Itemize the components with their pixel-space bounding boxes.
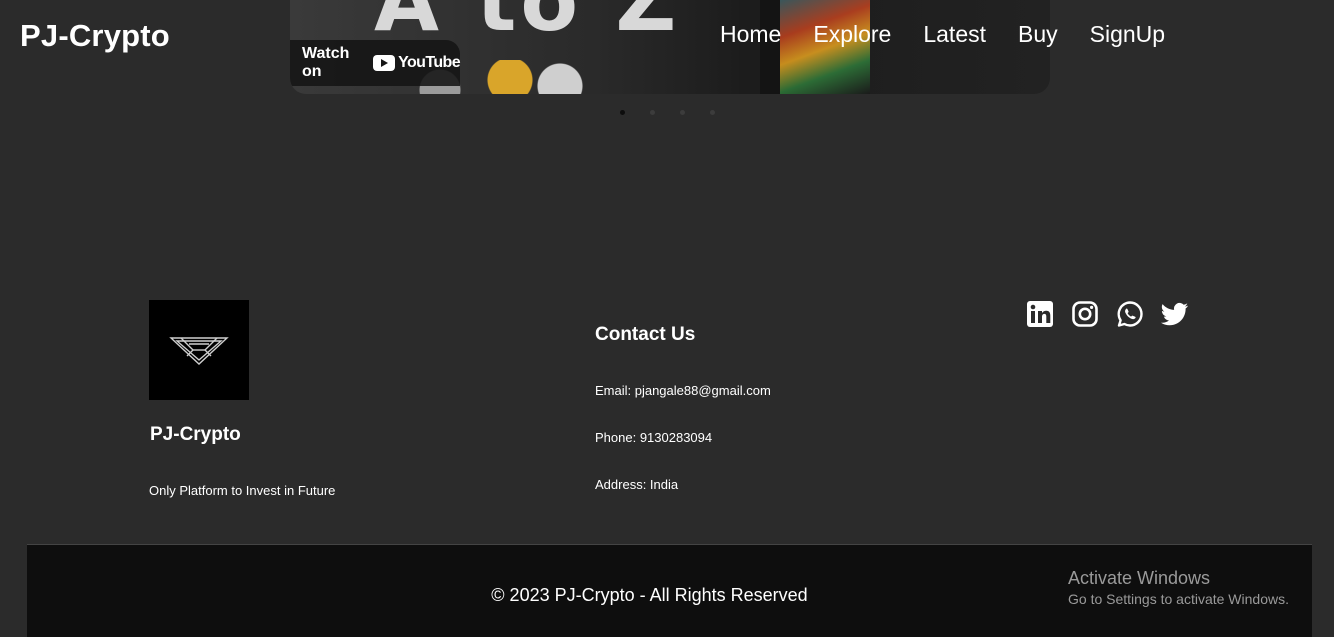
carousel-dot-1[interactable] bbox=[620, 110, 625, 115]
activate-windows-watermark: Activate Windows Go to Settings to activ… bbox=[1068, 568, 1289, 607]
carousel-dot-4[interactable] bbox=[710, 110, 715, 115]
footer-brand: PJ-Crypto bbox=[150, 424, 241, 445]
logo-mark-icon bbox=[169, 337, 229, 365]
nav-latest[interactable]: Latest bbox=[923, 21, 986, 48]
watch-on-youtube-button[interactable]: Watch on YouTube bbox=[290, 40, 461, 86]
watch-on-label: Watch on bbox=[302, 45, 350, 80]
nav-home[interactable]: Home bbox=[720, 21, 781, 48]
nav-signup[interactable]: SignUp bbox=[1090, 21, 1165, 48]
activate-windows-subtitle: Go to Settings to activate Windows. bbox=[1068, 591, 1289, 607]
linkedin-icon[interactable] bbox=[1025, 299, 1055, 329]
page: A to Z Watch on YouTube PJ-Crypto Home E… bbox=[0, 0, 1334, 637]
main-nav: Home Explore Latest Buy SignUp bbox=[720, 21, 1165, 48]
contact-phone: Phone: 9130283094 bbox=[595, 430, 713, 445]
site-brand[interactable]: PJ-Crypto bbox=[20, 18, 170, 54]
footer-logo bbox=[149, 300, 249, 400]
youtube-logo: YouTube bbox=[373, 54, 461, 72]
twitter-icon[interactable] bbox=[1160, 299, 1190, 329]
social-links bbox=[1025, 299, 1190, 329]
footer-tagline: Only Platform to Invest in Future bbox=[149, 483, 336, 498]
activate-windows-title: Activate Windows bbox=[1068, 568, 1211, 588]
contact-email: Email: pjangale88@gmail.com bbox=[595, 383, 771, 398]
nav-buy[interactable]: Buy bbox=[1018, 21, 1058, 48]
youtube-wordmark: YouTube bbox=[398, 54, 460, 71]
whatsapp-icon[interactable] bbox=[1115, 299, 1145, 329]
contact-address: Address: India bbox=[595, 477, 679, 492]
carousel-dots bbox=[620, 110, 715, 115]
carousel-dot-2[interactable] bbox=[650, 110, 655, 115]
contact-title: Contact Us bbox=[595, 324, 696, 345]
youtube-play-icon bbox=[373, 55, 396, 71]
instagram-icon[interactable] bbox=[1070, 299, 1100, 329]
nav-explore[interactable]: Explore bbox=[813, 21, 891, 48]
carousel-dot-3[interactable] bbox=[680, 110, 685, 115]
